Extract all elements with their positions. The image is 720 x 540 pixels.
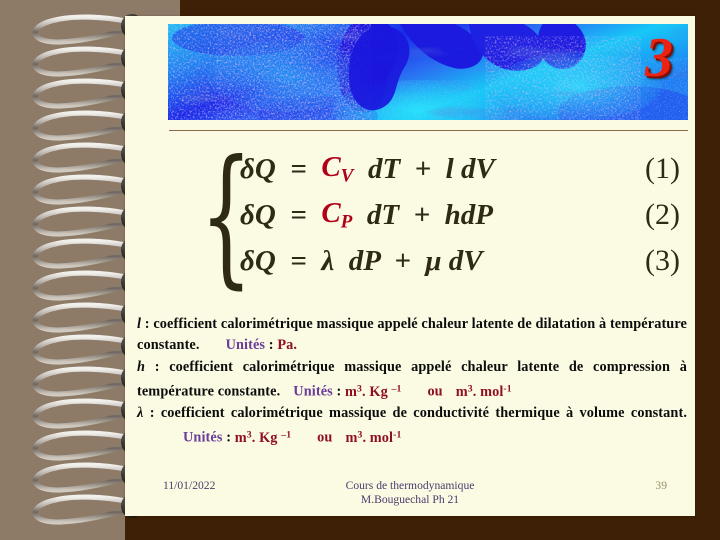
spiral-wire [32,366,133,397]
banner-numeral: 3 [645,27,673,89]
definition-l-unites-sep: : [265,337,278,354]
spiral-wire [32,430,133,461]
equation-row-2: δQ = CP dT + hdP (2) [240,192,680,238]
definition-h-colon: : [145,358,170,375]
spiral-wire [32,398,133,429]
definition-lambda-unites-label: Unités [183,429,223,446]
spiral-wire [32,206,133,237]
definition-l-unites-label: Unités [225,337,266,354]
definition-h-unit-value-1: m3. Kg –1 [345,383,402,400]
equation-row-3: δQ = λ dP + μ dV (3) [240,238,680,284]
definition-h-text: coefficient calorimétrique massique appe… [137,358,687,400]
equation-1-rhs: dT + l dV [353,152,495,185]
footer-center: Cours de thermodynamique M.Bouguechal Ph… [125,479,695,507]
definition-l: l : coefficient calorimétrique massique … [137,314,687,357]
definition-h-unites-label: Unités [293,383,333,400]
slide-paper: 3 { δQ = CV dT + l dV (1) δQ = CP dT + h… [125,16,695,516]
definition-l-colon: : [141,316,154,332]
definition-lambda: λ : coefficient calorimétrique massique … [137,403,687,449]
frame-right-band [695,0,720,540]
equation-2-number: (2) [645,198,680,231]
equation-1-coefficient: CV [321,150,354,187]
equation-1-coefficient-subscript: V [340,165,354,187]
spiral-wire [32,174,133,205]
spiral-wire [32,238,133,269]
spiral-wire [32,270,133,301]
definition-lambda-unit-value-2: m3. mol-1 [345,429,402,446]
spiral-wire [32,462,133,493]
definition-h-symbol: h [137,358,146,375]
equation-1-number: (1) [645,152,680,185]
equation-3-number: (3) [645,244,680,277]
definition-h-unit-or: ou [427,383,443,400]
definition-l-text: coefficient calorimétrique massique appe… [137,316,687,354]
spiral-wire [32,334,133,365]
equation-system: { δQ = CV dT + l dV (1) δQ = CP dT + hdP… [145,138,685,296]
definition-lambda-unit-value-1: m3. Kg –1 [234,429,292,446]
fractal-banner-svg [168,24,688,120]
spiral-binding-svg [32,14,143,525]
equation-2-lhs: δQ = [240,198,322,231]
equation-3-coefficient: λ [321,244,335,277]
spiral-wire [32,14,133,45]
spiral-wire [32,142,133,173]
slide-footer: 11/01/2022 Cours de thermodynamique M.Bo… [125,474,695,516]
footer-course-title: Cours de thermodynamique [345,479,475,492]
fractal-banner-image: 3 [168,24,688,120]
slide-root: 3 { δQ = CV dT + l dV (1) δQ = CP dT + h… [0,0,720,540]
equation-3-rhs: dP + μ dV [334,244,483,277]
equation-2-coefficient-subscript: P [340,211,353,233]
definition-lambda-unit-or: ou [317,429,333,446]
spiral-binding [12,12,143,528]
definition-lambda-text: coefficient calorimétrique massique de c… [160,405,687,421]
spiral-wire [32,494,133,525]
definition-lambda-unites-sep: : [222,429,235,446]
footer-page-number: 39 [655,479,667,492]
equation-1-lhs: δQ = [240,152,322,185]
definition-lambda-colon: : [143,405,161,421]
equation-2-rhs: dT + hdP [352,198,493,231]
equation-row-1: δQ = CV dT + l dV (1) [240,146,680,192]
spiral-wire [32,110,133,141]
equation-2-coefficient: CP [321,196,353,233]
equation-3-lhs: δQ = [240,244,322,277]
definition-h-unit-value-2: m3. mol-1 [455,383,512,400]
definitions-block: l : coefficient calorimétrique massique … [137,314,687,449]
spiral-wire [32,302,133,333]
frame-bottom-band [125,516,720,540]
footer-author: M.Bouguechal Ph 21 [360,493,460,506]
definition-h-unites-sep: : [332,383,346,400]
definition-h: h : coefficient calorimétrique massique … [137,357,687,403]
spiral-wire [32,78,133,109]
spiral-wire [32,46,133,77]
definition-l-unit-value: Pa. [277,337,298,354]
